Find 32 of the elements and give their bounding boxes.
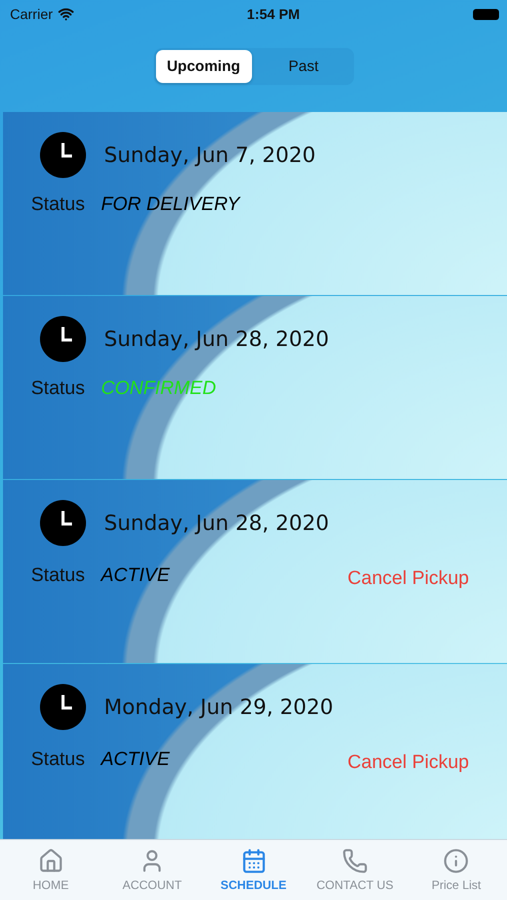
battery-icon	[472, 8, 499, 20]
info-icon	[443, 848, 470, 874]
status-label: Status	[31, 565, 86, 587]
wifi-icon	[58, 6, 74, 22]
tab-bar-item[interactable]: SCHEDULE	[202, 840, 304, 900]
clock-icon	[40, 500, 86, 546]
clock-icon	[40, 132, 86, 178]
pickup-date: Monday, Jun 29, 2020	[104, 695, 334, 719]
status-value: ACTIVE	[101, 749, 171, 771]
status-value: ACTIVE	[101, 565, 171, 587]
phone-icon	[342, 848, 368, 874]
pickup-date: Sunday, Jun 28, 2020	[104, 511, 329, 535]
clock-icon	[40, 316, 86, 362]
pickup-date: Sunday, Jun 28, 2020	[104, 327, 329, 351]
status-label: Status	[31, 749, 86, 771]
status-label: Status	[31, 378, 86, 400]
carrier-label: Carrier	[10, 6, 53, 22]
status-label: Status	[31, 194, 86, 216]
tab-bar-item[interactable]: Price List	[406, 840, 507, 900]
clock-icon	[40, 684, 86, 730]
segment-tab[interactable]: Past	[256, 50, 352, 83]
home-icon	[38, 848, 64, 874]
status-value: CONFIRMED	[101, 378, 218, 400]
clock-time: 1:54 PM	[246, 6, 300, 22]
tab-bar-item[interactable]: CONTACT US	[304, 840, 406, 900]
cancel-pickup-button[interactable]: Cancel Pickup	[348, 568, 469, 590]
tab-bar-item[interactable]: ACCOUNT	[101, 840, 203, 900]
segment-tab[interactable]: Upcoming	[156, 50, 252, 83]
tab-bar-item[interactable]: HOME	[0, 840, 102, 900]
schedule-icon	[240, 848, 267, 874]
cancel-pickup-button[interactable]: Cancel Pickup	[348, 752, 469, 774]
pickup-date: Sunday, Jun 7, 2020	[104, 143, 316, 167]
